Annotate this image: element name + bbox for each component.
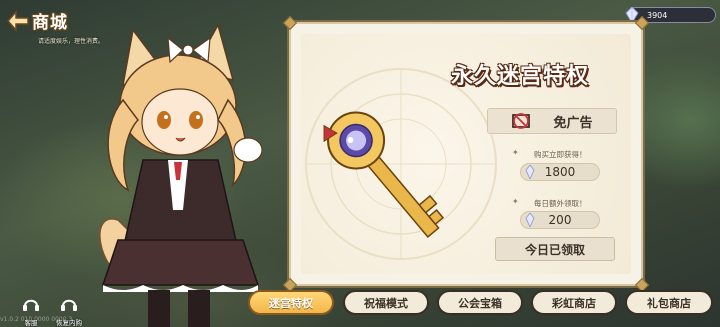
tab-label: 彩虹商店 xyxy=(552,296,596,310)
daily-amount: 200 xyxy=(548,213,572,227)
crystal-icon xyxy=(525,213,535,227)
back-arrow-icon xyxy=(6,10,29,32)
no-ads-label: 免广告 xyxy=(553,115,593,131)
purchase-note: 购买立即获得！ xyxy=(534,150,587,159)
no-ads-icon xyxy=(512,113,531,129)
page-title: 商城 xyxy=(32,13,68,33)
no-ads-badge: 免广告 xyxy=(487,108,617,134)
collect-label: 今日已领取 xyxy=(524,242,585,257)
character-illustration xyxy=(99,23,263,327)
purchase-amount-pill: 1800 xyxy=(520,163,600,181)
daily-amount-pill: 200 xyxy=(520,211,600,229)
currency-value: 3904 xyxy=(647,10,668,20)
tab-blessing-mode[interactable]: 祝福模式 xyxy=(343,290,429,315)
star-icon: ✦ xyxy=(512,197,519,206)
daily-note: 每日额外领取！ xyxy=(534,199,587,208)
tab-label: 公会宝箱 xyxy=(458,296,502,310)
tab-maze-privilege[interactable]: 迷宫特权 xyxy=(248,290,334,315)
star-icon: ✦ xyxy=(512,148,519,157)
crystal-icon xyxy=(525,165,535,179)
purchase-amount: 1800 xyxy=(544,165,576,179)
golden-key-icon xyxy=(323,111,445,239)
collect-button[interactable]: 今日已领取 xyxy=(495,237,615,261)
tab-rainbow-shop[interactable]: 彩虹商店 xyxy=(531,290,617,315)
version-text: v1.0.2 010 0000 0000 3 xyxy=(0,316,73,323)
tab-label: 迷宫特权 xyxy=(269,296,313,310)
product-title: 永久迷宫特权 xyxy=(450,64,589,89)
headset-icon xyxy=(61,299,77,311)
tab-label: 礼包商店 xyxy=(647,296,691,310)
tab-guild-chest[interactable]: 公会宝箱 xyxy=(437,290,523,315)
tab-label: 祝福模式 xyxy=(364,296,408,310)
tab-gift-shop[interactable]: 礼包商店 xyxy=(625,290,713,315)
headset-icon xyxy=(23,299,39,311)
